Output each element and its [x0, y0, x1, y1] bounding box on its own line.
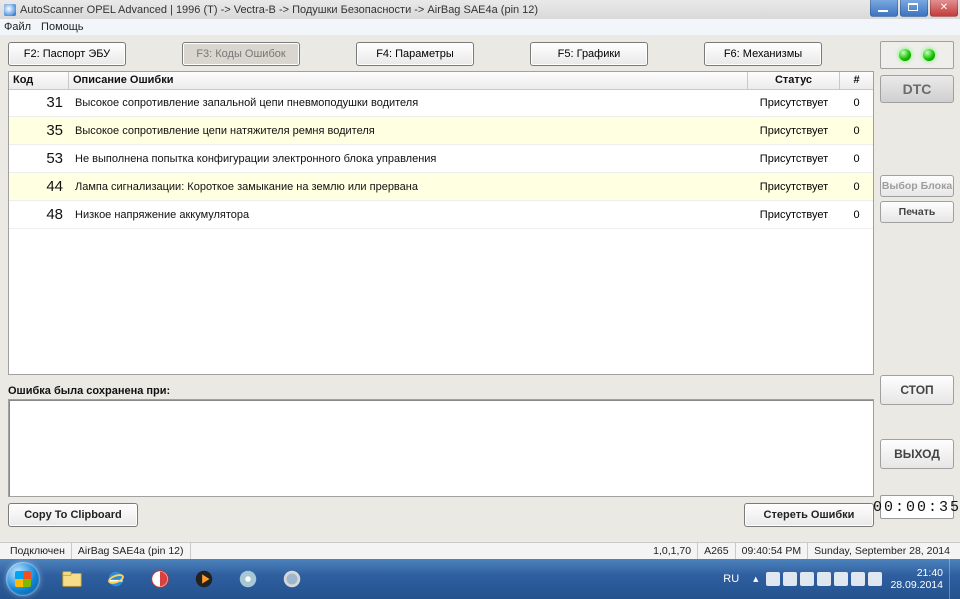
window-close-button[interactable]: ✕ — [930, 0, 958, 17]
tray-clock-time: 21:40 — [890, 567, 943, 579]
table-row[interactable]: 53Не выполнена попытка конфигурации элек… — [9, 145, 873, 173]
window-title: AutoScanner OPEL Advanced | 1996 (T) -> … — [20, 4, 960, 16]
show-desktop-button[interactable] — [949, 559, 960, 599]
table-row[interactable]: 35Высокое сопротивление цепи натяжителя … — [9, 117, 873, 145]
cell-count: 0 — [840, 125, 873, 137]
col-status[interactable]: Статус — [748, 72, 840, 89]
cell-desc: Лампа сигнализации: Короткое замыкание н… — [69, 181, 748, 193]
cell-status: Присутствует — [748, 125, 840, 137]
input-language[interactable]: RU — [723, 573, 739, 585]
cell-desc: Не выполнена попытка конфигурации электр… — [69, 153, 748, 165]
menu-file[interactable]: Файл — [4, 21, 31, 33]
status-date: Sunday, September 28, 2014 — [808, 543, 956, 559]
app-icon — [4, 4, 16, 16]
cell-code: 53 — [9, 150, 69, 167]
f2-passport-button[interactable]: F2: Паспорт ЭБУ — [8, 42, 126, 66]
window-minimize-button[interactable] — [870, 0, 898, 17]
cell-status: Присутствует — [748, 209, 840, 221]
col-desc[interactable]: Описание Ошибки — [69, 72, 748, 89]
connection-leds — [880, 41, 954, 69]
cell-count: 0 — [840, 181, 873, 193]
statusbar: Подключен AirBag SAE4a (pin 12) 1,0,1,70… — [0, 542, 960, 559]
taskbar-item-browser[interactable] — [140, 563, 180, 595]
status-connection: Подключен — [4, 543, 72, 559]
system-tray[interactable]: RU ▴ 21:40 28.09.2014 — [717, 567, 949, 591]
window-titlebar: AutoScanner OPEL Advanced | 1996 (T) -> … — [0, 0, 960, 20]
tray-icon[interactable] — [868, 572, 882, 586]
tray-icon[interactable] — [817, 572, 831, 586]
cell-status: Присутствует — [748, 97, 840, 109]
cell-code: 48 — [9, 206, 69, 223]
cell-desc: Низкое напряжение аккумулятора — [69, 209, 748, 221]
cell-count: 0 — [840, 97, 873, 109]
clear-errors-button[interactable]: Стереть Ошибки — [744, 503, 874, 527]
status-a: A265 — [698, 543, 736, 559]
f5-graphs-button[interactable]: F5: Графики — [530, 42, 648, 66]
session-timer: 00:00:35 — [880, 495, 954, 519]
window-maximize-button[interactable] — [900, 0, 928, 17]
taskbar-item-app1[interactable] — [228, 563, 268, 595]
taskbar-item-ie[interactable] — [96, 563, 136, 595]
cell-count: 0 — [840, 153, 873, 165]
stop-button[interactable]: СТОП — [880, 375, 954, 405]
taskbar-item-player[interactable] — [184, 563, 224, 595]
col-code[interactable]: Код — [9, 72, 69, 89]
table-row[interactable]: 44Лампа сигнализации: Короткое замыкание… — [9, 173, 873, 201]
menu-help[interactable]: Помощь — [41, 21, 84, 33]
status-time: 09:40:54 PM — [736, 543, 809, 559]
print-button[interactable]: Печать — [880, 201, 954, 223]
copy-clipboard-button[interactable]: Copy To Clipboard — [8, 503, 138, 527]
col-count[interactable]: # — [840, 72, 873, 89]
led-2 — [923, 49, 935, 61]
table-row[interactable]: 48Низкое напряжение аккумулятораПрисутст… — [9, 201, 873, 229]
tray-clock-date: 28.09.2014 — [890, 579, 943, 591]
table-row[interactable]: 31Высокое сопротивление запальной цепи п… — [9, 89, 873, 117]
windows-taskbar: RU ▴ 21:40 28.09.2014 — [0, 559, 960, 599]
tray-icon[interactable] — [834, 572, 848, 586]
tray-clock[interactable]: 21:40 28.09.2014 — [890, 567, 943, 591]
tray-icon[interactable] — [766, 572, 780, 586]
status-ecu: AirBag SAE4a (pin 12) — [72, 543, 191, 559]
cell-code: 44 — [9, 178, 69, 195]
cell-code: 35 — [9, 122, 69, 139]
dtc-indicator: DTC — [880, 75, 954, 103]
select-block-button[interactable]: Выбор Блока — [880, 175, 954, 197]
f6-mechanisms-button[interactable]: F6: Механизмы — [704, 42, 822, 66]
cell-code: 31 — [9, 94, 69, 111]
freeze-frame-details[interactable] — [8, 399, 874, 497]
menubar: Файл Помощь — [0, 19, 960, 36]
f4-params-button[interactable]: F4: Параметры — [356, 42, 474, 66]
tray-icon[interactable] — [800, 572, 814, 586]
tray-icon[interactable] — [851, 572, 865, 586]
tray-icon[interactable] — [783, 572, 797, 586]
function-toolbar: F2: Паспорт ЭБУ F3: Коды Ошибок F4: Пара… — [8, 41, 874, 67]
cell-status: Присутствует — [748, 181, 840, 193]
dtc-table: Код Описание Ошибки Статус # 31Высокое с… — [8, 71, 874, 375]
led-1 — [899, 49, 911, 61]
taskbar-item-autoscanner[interactable] — [272, 563, 312, 595]
saved-at-label: Ошибка была сохранена при: — [8, 385, 874, 397]
cell-count: 0 — [840, 209, 873, 221]
cell-desc: Высокое сопротивление цепи натяжителя ре… — [69, 125, 748, 137]
cell-desc: Высокое сопротивление запальной цепи пне… — [69, 97, 748, 109]
status-version: 1,0,1,70 — [647, 543, 698, 559]
cell-status: Присутствует — [748, 153, 840, 165]
taskbar-item-explorer[interactable] — [52, 563, 92, 595]
f3-codes-button[interactable]: F3: Коды Ошибок — [182, 42, 300, 66]
exit-button[interactable]: ВЫХОД — [880, 439, 954, 469]
start-button[interactable] — [0, 559, 50, 599]
